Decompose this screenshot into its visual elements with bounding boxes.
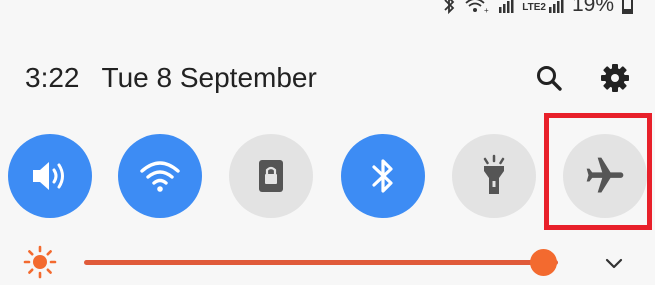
wifi-calling-icon: + <box>464 0 490 15</box>
bluetooth-status-icon <box>442 0 456 15</box>
settings-button[interactable] <box>600 63 630 93</box>
clock-time: 3:22 <box>25 62 80 93</box>
svg-text:+: + <box>484 6 489 15</box>
brightness-slider-thumb[interactable] <box>529 249 557 276</box>
sun-icon <box>23 245 57 279</box>
flashlight-toggle[interactable] <box>452 134 536 218</box>
header-row: 3:22 Tue 8 September <box>25 58 630 98</box>
bluetooth-toggle[interactable] <box>341 134 425 218</box>
wifi-icon <box>140 161 180 192</box>
header-actions <box>534 63 630 93</box>
date-label: Tue 8 September <box>101 62 317 93</box>
search-icon <box>537 66 562 91</box>
settings-gear-icon <box>601 64 629 92</box>
lte-signal-icon: LTE2 <box>522 0 564 15</box>
search-button[interactable] <box>534 63 564 93</box>
flashlight-icon <box>483 154 505 194</box>
status-bar: + LTE2 19% <box>442 0 633 16</box>
brightness-slider[interactable] <box>84 249 558 276</box>
sound-toggle[interactable] <box>8 134 92 218</box>
network-label: LTE2 <box>522 2 546 13</box>
volume-icon <box>33 162 64 190</box>
bluetooth-icon <box>372 159 393 193</box>
signal-icon <box>498 0 514 15</box>
expand-chevron-down-icon[interactable] <box>599 248 629 278</box>
brightness-row <box>20 242 625 282</box>
wifi-toggle[interactable] <box>118 134 202 218</box>
battery-icon <box>622 0 633 14</box>
screen-lock-icon <box>259 160 283 192</box>
screen-lock-toggle[interactable] <box>229 134 313 218</box>
highlight-box <box>544 113 652 230</box>
battery-percentage: 19% <box>571 0 614 16</box>
battery-fill <box>624 9 631 12</box>
